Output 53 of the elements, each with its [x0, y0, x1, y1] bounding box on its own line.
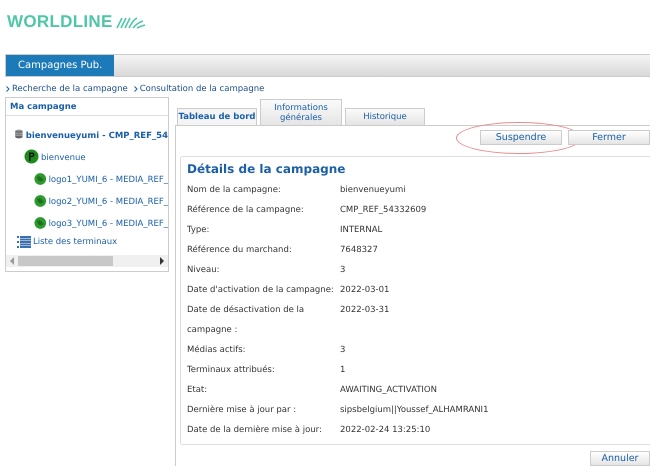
globe-icon [34, 216, 47, 230]
field-value: 1 [340, 364, 346, 377]
field-label: Niveau: [187, 264, 220, 277]
globe-icon [34, 172, 47, 186]
tab[interactable]: Historique [345, 108, 425, 125]
field-value: 3 [340, 344, 346, 357]
tree-item[interactable]: logo1_YUMI_6 - MEDIA_REF_ [48, 175, 168, 186]
field-label: Etat: [187, 384, 208, 397]
scroll-left-icon[interactable] [9, 257, 15, 265]
tab[interactable]: Tableau de bord [177, 108, 257, 125]
breadcrumb-link[interactable]: Recherche de la campagne [6, 84, 128, 94]
tree-item[interactable]: bienvenue [41, 153, 86, 164]
breadcrumb-link[interactable]: Consultation de la campagne [134, 84, 264, 94]
wave-logo-icon [116, 15, 146, 29]
field-label: Date de désactivation de la campagne : [187, 304, 306, 337]
field-label: Référence du marchand: [187, 244, 293, 257]
field-value: 2022-02-24 13:25:10 [340, 424, 430, 437]
field-value: sipsbelgium||Youssef_ALHAMRANI1 [340, 404, 488, 417]
horizontal-scrollbar[interactable] [6, 255, 168, 267]
field-value: 2022-03-31 [340, 304, 390, 317]
logo-text: WORLDLINE [7, 12, 113, 32]
panel-title: Ma campagne [6, 98, 168, 116]
action-button[interactable]: Fermer [568, 130, 650, 145]
action-button[interactable]: Suspendre [480, 130, 562, 145]
field-value: 3 [340, 264, 346, 277]
tree-item[interactable]: logo2_YUMI_6 - MEDIA_REF_ [48, 197, 168, 208]
field-label: Référence de la campagne: [187, 204, 305, 217]
field-value: INTERNAL [340, 224, 382, 237]
tree-item[interactable]: logo3_YUMI_6 - MEDIA_REF_ [48, 219, 168, 230]
tree-item[interactable]: bienvenueyumi - CMP_REF_54 [26, 131, 168, 142]
field-value: AWAITING_ACTIVATION [340, 384, 437, 397]
field-label: Médias actifs: [187, 344, 247, 357]
list-icon [17, 236, 31, 248]
field-value: bienvenueyumi [340, 184, 406, 197]
field-label: Date de la dernière mise à jour: [187, 424, 323, 437]
field-label: Nom de la campagne: [187, 184, 282, 197]
field-value: 2022-03-01 [340, 284, 390, 297]
cancel-button[interactable]: Annuler [590, 451, 650, 466]
field-value: CMP_REF_54332609 [340, 204, 426, 217]
field-label: Terminaux attribués: [187, 364, 276, 377]
field-label: Date d'activation de la campagne: [187, 284, 335, 297]
section-title: Détails de la campagne [187, 162, 346, 176]
scroll-right-icon[interactable] [159, 257, 165, 265]
field-label: Dernière mise à jour par : [187, 404, 298, 417]
tab[interactable]: Informations générales [260, 99, 342, 125]
field-label: Type: [187, 224, 210, 237]
nav-tab[interactable]: Campagnes Pub. [6, 55, 114, 76]
chevron-icon [6, 86, 10, 92]
globe-icon [34, 194, 47, 208]
p-circle-icon [24, 149, 39, 164]
tree-item[interactable]: Liste des terminaux [33, 237, 118, 248]
field-value: 7648327 [340, 244, 378, 257]
chevron-icon [134, 86, 138, 92]
